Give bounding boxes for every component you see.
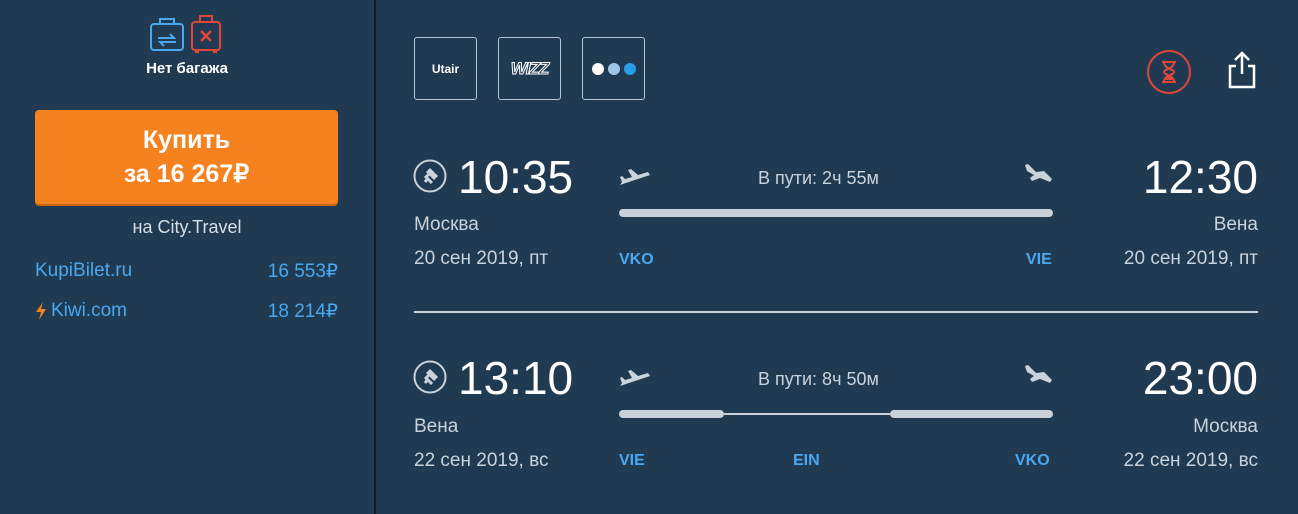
departure-time: 10:35 — [458, 151, 574, 203]
flight-track-leg1 — [619, 410, 724, 418]
arrival-time: 23:00 — [1142, 352, 1258, 404]
departure-time: 13:10 — [458, 352, 574, 404]
dots-logo-icon — [582, 37, 645, 100]
airline-name: Utair — [431, 61, 460, 76]
landing-icon — [1025, 365, 1052, 383]
seller-label: на City.Travel — [132, 217, 242, 237]
duration: В пути: 8ч 50м — [758, 369, 879, 389]
hourglass-icon[interactable] — [1146, 49, 1192, 95]
utair-logo-icon: Utair — [414, 37, 477, 100]
layover-line — [724, 413, 890, 415]
itinerary-panel: Utair WIZZ 10:35 Москва 20 сен 2019, пт … — [376, 0, 1298, 514]
departure-iata[interactable]: VKO — [619, 251, 654, 269]
buy-button-price: за 16 267₽ — [123, 160, 250, 188]
departure-date: 20 сен 2019, пт — [414, 248, 549, 269]
arrival-iata[interactable]: VKO — [1015, 452, 1050, 470]
buy-button[interactable]: Купить за 16 267₽ — [35, 110, 338, 204]
baggage-label: Нет багажа — [146, 60, 228, 77]
ticket-card: Нет багажа Купить за 16 267₽ на City.Tra… — [0, 0, 1298, 514]
duration: В пути: 2ч 55м — [758, 168, 879, 188]
departure-city: Москва — [414, 214, 479, 235]
offer-name[interactable]: Kiwi.com — [51, 300, 127, 322]
buy-button-label: Купить — [142, 126, 231, 154]
pin-icon[interactable] — [413, 159, 447, 193]
arrival-date: 20 сен 2019, пт — [1123, 248, 1258, 269]
arrival-iata[interactable]: VIE — [1026, 251, 1052, 269]
stop-iata[interactable]: EIN — [793, 452, 820, 470]
takeoff-icon — [620, 370, 650, 390]
departure-iata[interactable]: VIE — [619, 452, 645, 470]
lightning-icon — [36, 302, 46, 320]
offer-price[interactable]: 16 553₽ — [268, 260, 338, 283]
share-icon[interactable] — [1226, 50, 1258, 90]
departure-city: Вена — [414, 416, 459, 437]
arrival-time: 12:30 — [1142, 151, 1258, 203]
takeoff-icon — [620, 169, 650, 189]
offer-price[interactable]: 18 214₽ — [268, 300, 338, 323]
price-panel: Нет багажа Купить за 16 267₽ на City.Tra… — [0, 0, 374, 514]
arrival-date: 22 сен 2019, вс — [1123, 450, 1258, 471]
flight-track-leg2 — [890, 410, 1053, 418]
pin-icon[interactable] — [413, 360, 447, 394]
arrival-city: Вена — [1213, 214, 1258, 235]
flight-track — [619, 209, 1053, 217]
wizz-logo-icon: WIZZ — [498, 37, 561, 100]
baggage-icon — [150, 15, 221, 53]
arrival-city: Москва — [1193, 416, 1258, 437]
landing-icon — [1025, 164, 1052, 182]
airline-name: WIZZ — [510, 58, 550, 78]
segment-divider — [414, 311, 1258, 313]
offer-name[interactable]: KupiBilet.ru — [35, 260, 132, 282]
departure-date: 22 сен 2019, вс — [414, 450, 549, 471]
